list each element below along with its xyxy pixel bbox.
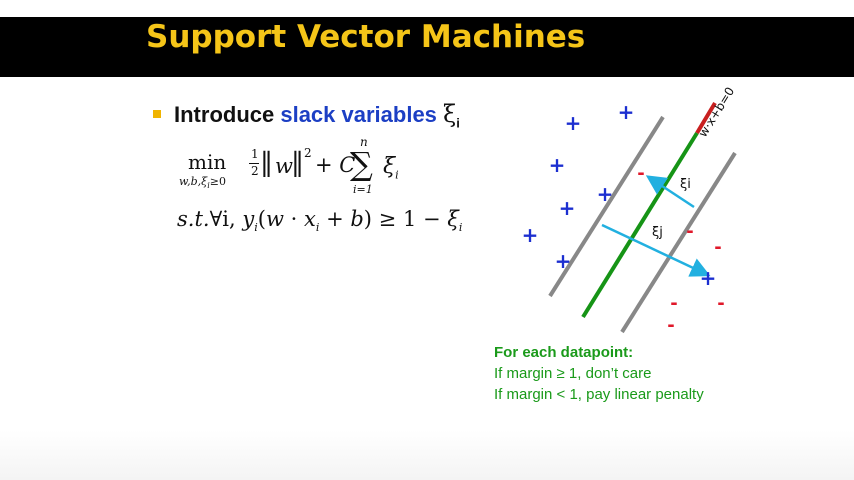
positive-point: +	[597, 182, 614, 206]
positive-point: +	[565, 111, 582, 135]
negative-point: -	[670, 293, 677, 314]
negative-point: -	[714, 237, 721, 258]
boundary-label: w·x+b=0	[696, 85, 738, 140]
slack-label-j: ξj	[652, 225, 663, 240]
notes-heading: For each datapoint:	[494, 344, 634, 361]
positive-point: +	[559, 196, 576, 220]
notes-line-1: If margin ≥ 1, don’t care	[494, 365, 652, 382]
positive-point: +	[555, 249, 572, 273]
decision-boundary	[581, 131, 699, 319]
svm-diagram: w·x+b=0 ξi ξj + +++++++---- --	[522, 85, 738, 336]
negative-point: -	[667, 315, 674, 336]
slack-label-i: ξi	[680, 177, 691, 192]
footer-shade	[0, 430, 854, 480]
negative-point: -	[637, 163, 644, 184]
positive-point: +	[618, 100, 635, 124]
positive-point: +	[700, 266, 717, 290]
negative-point: -	[717, 293, 724, 314]
positive-point: +	[549, 153, 566, 177]
notes-line-2: If margin < 1, pay linear penalty	[494, 386, 704, 403]
negative-point: -	[686, 221, 693, 242]
positive-point: +	[522, 223, 539, 247]
